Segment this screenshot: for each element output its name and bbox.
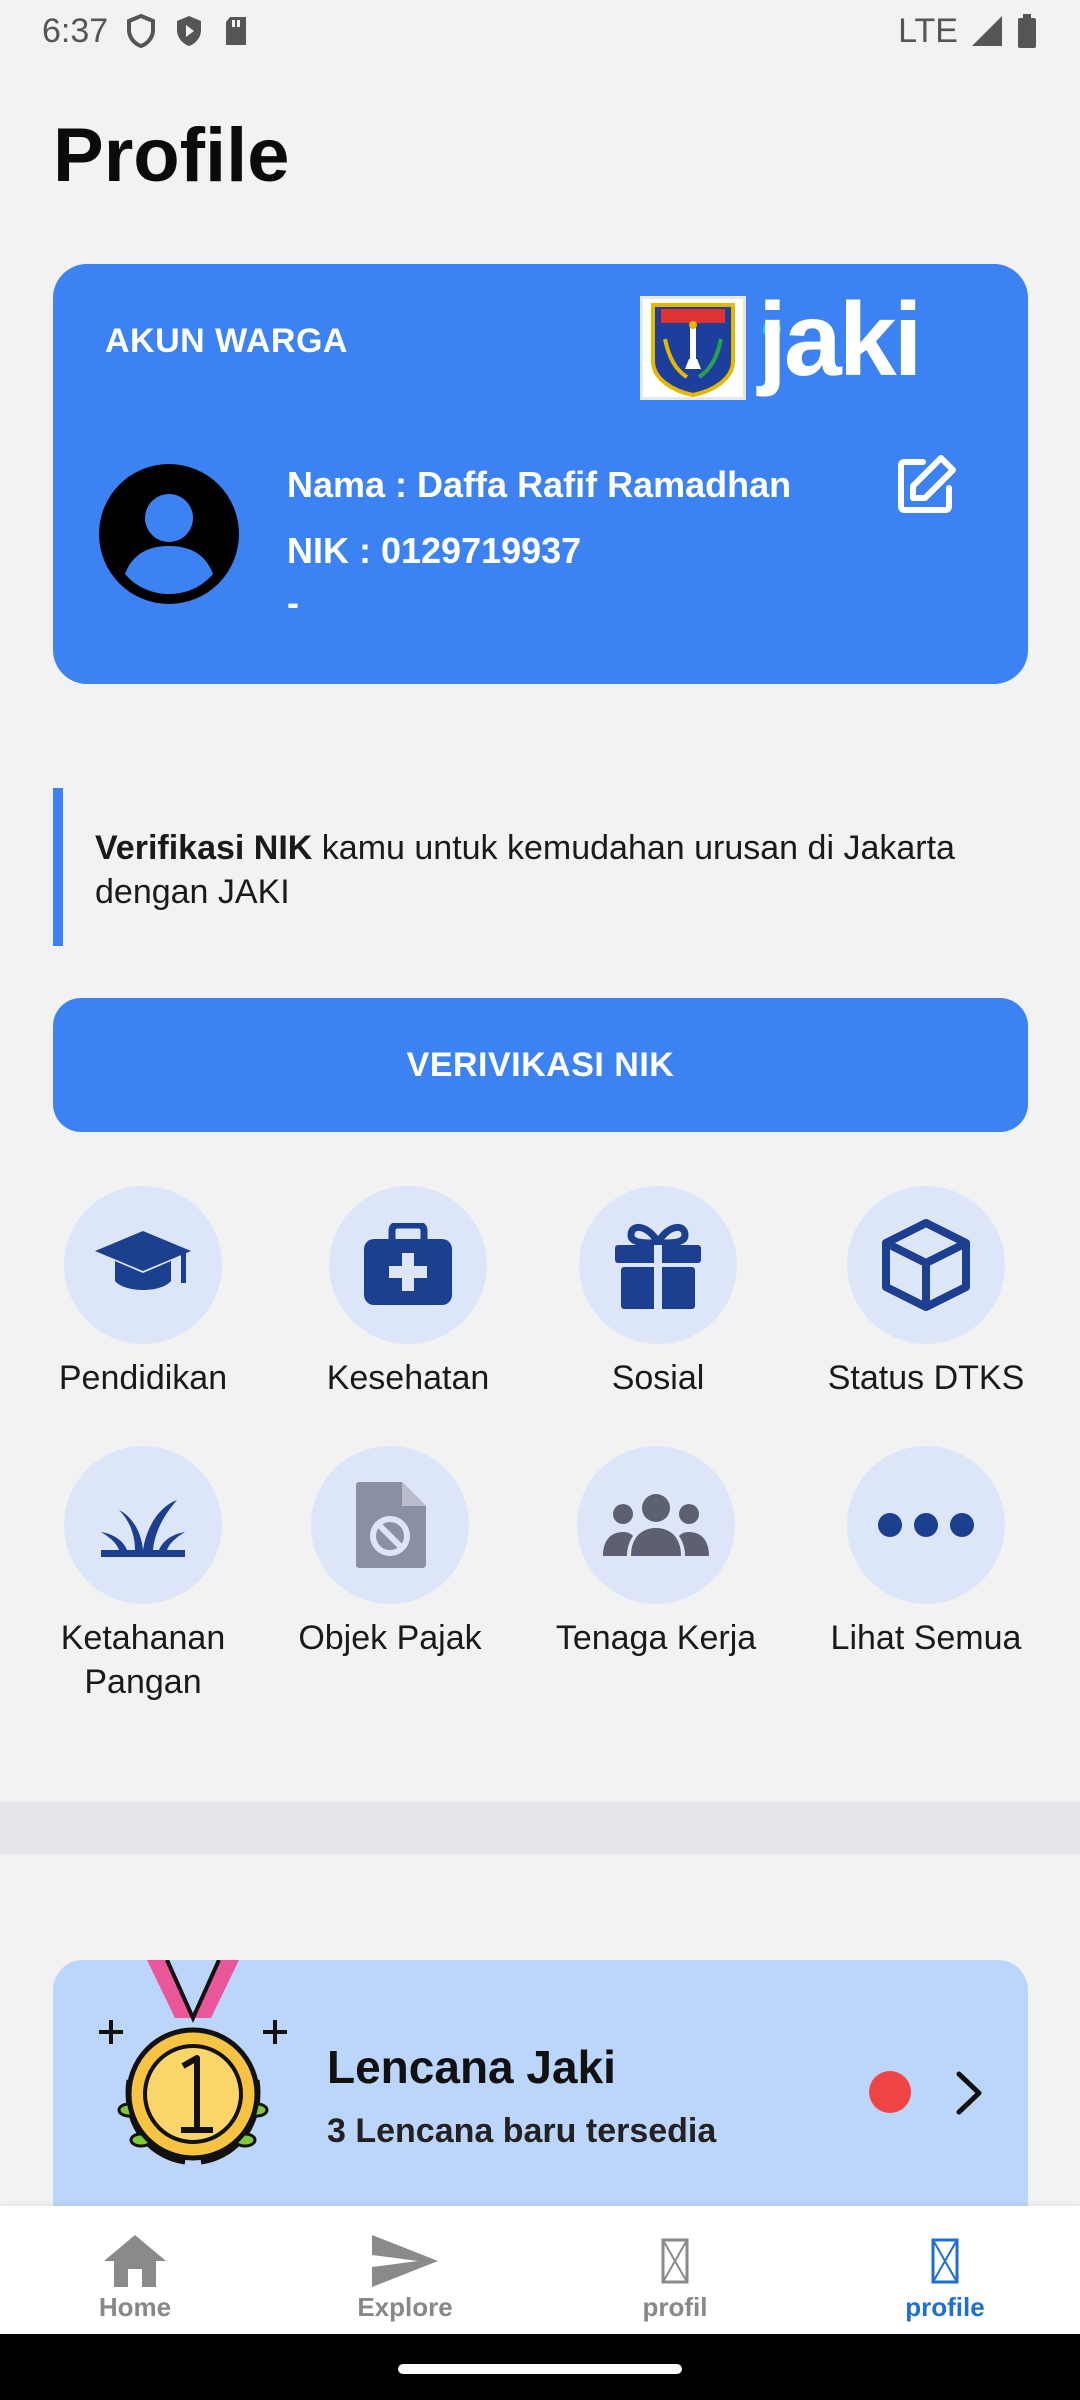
verify-nik-button[interactable]: VERIVIKASI NIK: [53, 998, 1028, 1132]
section-divider: [0, 1802, 1080, 1854]
send-icon: [370, 2230, 440, 2292]
people-icon: [603, 1494, 709, 1556]
nav-label: profile: [905, 2292, 985, 2322]
menu-icon-circle: [329, 1186, 487, 1344]
menu-item-tenaga-kerja[interactable]: Tenaga Kerja: [536, 1446, 776, 1660]
graduation-cap-icon: [95, 1231, 191, 1290]
account-extra: -: [287, 582, 299, 623]
menu-icon-circle: [579, 1186, 737, 1344]
account-nik: NIK : 0129719937: [287, 530, 582, 571]
status-bar: 6:37 LTE: [0, 0, 1080, 62]
menu-icon-circle: [847, 1186, 1005, 1344]
nav-item-home[interactable]: Home: [0, 2206, 270, 2334]
menu-label: Kesehatan: [326, 1359, 490, 1397]
gift-icon: [615, 1224, 701, 1309]
menu-item-ketahanan-pangan[interactable]: Ketahanan Pangan: [23, 1446, 263, 1704]
sd-card-icon: [222, 15, 250, 47]
dki-jakarta-emblem-icon: [640, 296, 746, 400]
more-dots-icon: [878, 1513, 974, 1537]
menu-label: Status DTKS: [827, 1359, 1025, 1397]
nav-label: Explore: [357, 2292, 453, 2322]
nik-verification-notice: Verifikasi NIK kamu untuk kemudahan urus…: [53, 788, 1028, 946]
menu-icon-circle: [64, 1446, 222, 1604]
account-card: AKUN WARGA jaki Nama : Daffa Rafif Ramad…: [53, 264, 1028, 684]
menu-item-pendidikan[interactable]: Pendidikan: [23, 1186, 263, 1400]
status-time: 6:37: [42, 11, 109, 50]
file-block-icon: [356, 1482, 426, 1568]
menu-icon-circle: [847, 1446, 1005, 1604]
account-name: Nama : Daffa Rafif Ramadhan: [287, 464, 792, 505]
nav-item-profil[interactable]: profil: [540, 2206, 810, 2334]
menu-icon-circle: [577, 1446, 735, 1604]
menu-item-objek-pajak[interactable]: Objek Pajak: [270, 1446, 510, 1660]
badge-title: Lencana Jaki: [327, 2041, 616, 2093]
play-shield-icon: [174, 14, 204, 48]
cube-icon: [882, 1219, 970, 1311]
missing-glyph-icon: [661, 2230, 689, 2292]
edit-profile-button[interactable]: [889, 450, 961, 522]
menu-item-sosial[interactable]: Sosial: [538, 1186, 778, 1400]
page-title: Profile: [53, 113, 290, 198]
signal-icon: [970, 14, 1004, 48]
notice-bold: Verifikasi NIK: [95, 829, 313, 867]
battery-icon: [1016, 13, 1038, 49]
home-gesture-handle[interactable]: [398, 2364, 682, 2374]
system-gesture-bar: [0, 2334, 1080, 2400]
account-label: AKUN WARGA: [105, 322, 348, 360]
chevron-right-icon[interactable]: [949, 2070, 989, 2116]
nav-label: profil: [642, 2292, 708, 2322]
menu-label: Sosial: [611, 1359, 705, 1397]
gold-medal-icon: [93, 1959, 293, 2175]
nav-label: Home: [98, 2292, 172, 2322]
menu-item-lihat-semua[interactable]: Lihat Semua: [806, 1446, 1046, 1660]
menu-item-status-dtks[interactable]: Status DTKS: [806, 1186, 1046, 1400]
shield-icon: [126, 14, 156, 48]
notification-dot: [869, 2071, 911, 2113]
edit-icon: [898, 455, 956, 513]
menu-label: Tenaga Kerja: [555, 1619, 757, 1657]
menu-label: Lihat Semua: [830, 1619, 1022, 1657]
badge-card[interactable]: Lencana Jaki 3 Lencana baru tersedia: [53, 1959, 1028, 2210]
menu-icon-circle: [64, 1186, 222, 1344]
menu-label: Ketahanan Pangan: [60, 1619, 226, 1701]
menu-item-kesehatan[interactable]: Kesehatan: [288, 1186, 528, 1400]
avatar-icon: [99, 464, 239, 604]
home-icon: [102, 2230, 168, 2292]
nav-item-explore[interactable]: Explore: [270, 2206, 540, 2334]
badge-subtitle: 3 Lencana baru tersedia: [327, 2112, 717, 2150]
bottom-navigation: Home Explore profil profile: [0, 2206, 1080, 2334]
plant-icon: [101, 1500, 185, 1557]
menu-label: Objek Pajak: [298, 1619, 482, 1657]
jaki-logo: jaki: [758, 282, 922, 398]
menu-label: Pendidikan: [58, 1359, 228, 1397]
nav-item-profile[interactable]: profile: [810, 2206, 1080, 2334]
menu-icon-circle: [311, 1446, 469, 1604]
medical-bag-icon: [364, 1223, 452, 1305]
missing-glyph-icon: [931, 2230, 959, 2292]
network-type: LTE: [898, 11, 958, 50]
